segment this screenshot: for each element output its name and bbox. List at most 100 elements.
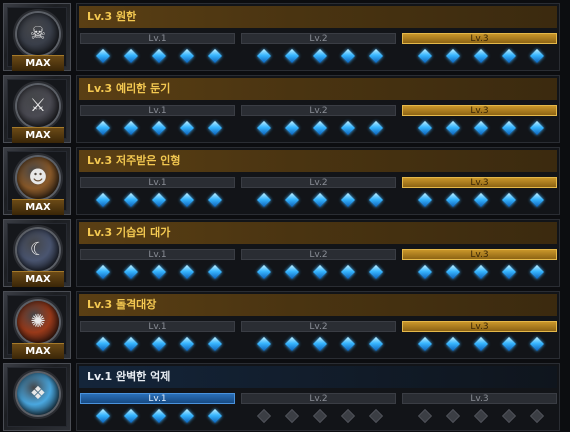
tier-3[interactable]: Lv.3 (402, 247, 557, 285)
tier-3[interactable]: Lv.3 (402, 31, 557, 69)
skill-panel: Lv.3 돌격대장 Lv.1 Lv.2 Lv.3 (76, 291, 560, 359)
skill-row[interactable]: ☾ MAX Lv.3 기습의 대가 Lv.1 Lv.2 Lv.3 (0, 218, 570, 288)
skill-orb-icon: ❖ (17, 373, 59, 415)
gem-icon (284, 48, 300, 64)
gem-icon (256, 48, 272, 64)
skill-icon-frame[interactable]: ⚔ MAX (3, 75, 71, 143)
skill-orb-icon: ☻ (17, 157, 59, 199)
gem-icon (123, 120, 139, 136)
gem-icon (445, 264, 461, 280)
skill-row[interactable]: ☻ MAX Lv.3 저주받은 인형 Lv.1 Lv.2 Lv.3 (0, 146, 570, 216)
skill-row[interactable]: ⚔ MAX Lv.3 예리한 둔기 Lv.1 Lv.2 Lv.3 (0, 74, 570, 144)
gem-icon (340, 120, 356, 136)
tier-label: Lv.2 (241, 33, 396, 44)
gem-icon (95, 336, 111, 352)
gem-icon (284, 192, 300, 208)
gem-icon (151, 120, 167, 136)
tier-label: Lv.3 (402, 321, 557, 332)
skill-panel: Lv.3 예리한 둔기 Lv.1 Lv.2 Lv.3 (76, 75, 560, 143)
gem-icon (284, 336, 300, 352)
skill-panel: Lv.3 기습의 대가 Lv.1 Lv.2 Lv.3 (76, 219, 560, 287)
tier-1[interactable]: Lv.1 (80, 391, 235, 429)
skill-row[interactable]: ✺ MAX Lv.3 돌격대장 Lv.1 Lv.2 Lv.3 (0, 290, 570, 360)
gem-icon (368, 264, 384, 280)
empty-gem-icon (529, 408, 545, 424)
tier-3[interactable]: Lv.3 (402, 103, 557, 141)
gem-icon (445, 120, 461, 136)
gem-icon (529, 48, 545, 64)
skill-list: ☠ MAX Lv.3 원한 Lv.1 Lv.2 Lv.3 ⚔ MAX Lv.3 예리한 둔기 Lv… (0, 0, 570, 432)
skill-icon-frame[interactable]: ✺ MAX (3, 291, 71, 359)
gem-icon (312, 120, 328, 136)
gem-icon (417, 264, 433, 280)
skill-icon-frame[interactable]: ❖ (3, 363, 71, 431)
tier-label: Lv.3 (402, 177, 557, 188)
tier-1[interactable]: Lv.1 (80, 247, 235, 285)
tier-2[interactable]: Lv.2 (241, 247, 396, 285)
skill-row[interactable]: ❖ Lv.1 완벽한 억제 Lv.1 Lv.2 Lv.3 (0, 362, 570, 432)
gem-icon (207, 192, 223, 208)
gem-icon (473, 192, 489, 208)
tier-2[interactable]: Lv.2 (241, 175, 396, 213)
skill-icon-frame[interactable]: ☻ MAX (3, 147, 71, 215)
tier-label: Lv.1 (80, 249, 235, 260)
tier-3[interactable]: Lv.3 (402, 175, 557, 213)
tier-1[interactable]: Lv.1 (80, 31, 235, 69)
skill-icon-frame[interactable]: ☠ MAX (3, 3, 71, 71)
tier-2[interactable]: Lv.2 (241, 31, 396, 69)
tier-label: Lv.3 (402, 105, 557, 116)
empty-gem-icon (417, 408, 433, 424)
gem-icon (529, 264, 545, 280)
gem-icon (207, 48, 223, 64)
tier-2[interactable]: Lv.2 (241, 103, 396, 141)
tier-1[interactable]: Lv.1 (80, 103, 235, 141)
gem-icon (256, 120, 272, 136)
gem-icon (529, 120, 545, 136)
skill-title-bar: Lv.3 예리한 둔기 (79, 78, 557, 100)
gem-icon (256, 192, 272, 208)
empty-gem-icon (473, 408, 489, 424)
tier-label: Lv.1 (80, 393, 235, 404)
gem-icon (256, 264, 272, 280)
skill-icon-frame[interactable]: ☾ MAX (3, 219, 71, 287)
gem-icon (179, 48, 195, 64)
tier-label: Lv.2 (241, 105, 396, 116)
gem-icon (312, 264, 328, 280)
gem-icon (151, 192, 167, 208)
tier-2[interactable]: Lv.2 (241, 319, 396, 357)
gem-icon (123, 48, 139, 64)
tier-2[interactable]: Lv.2 (241, 391, 396, 429)
gem-icon (417, 336, 433, 352)
skill-orb-icon: ☾ (17, 229, 59, 271)
gem-icon (501, 48, 517, 64)
gem-icon (312, 336, 328, 352)
gem-icon (179, 408, 195, 424)
gem-icon (445, 336, 461, 352)
gem-icon (284, 264, 300, 280)
gem-icon (207, 408, 223, 424)
gem-icon (529, 192, 545, 208)
skill-title: Lv.3 원한 (87, 10, 137, 23)
gem-icon (256, 336, 272, 352)
gem-icon (501, 192, 517, 208)
gem-icon (123, 192, 139, 208)
max-badge: MAX (12, 343, 64, 359)
skill-glyph-icon: ☠ (29, 23, 47, 44)
gem-icon (151, 408, 167, 424)
tier-label: Lv.2 (241, 321, 396, 332)
tier-label: Lv.1 (80, 321, 235, 332)
empty-gem-icon (368, 408, 384, 424)
tier-3[interactable]: Lv.3 (402, 391, 557, 429)
tier-label: Lv.2 (241, 177, 396, 188)
tier-label: Lv.2 (241, 249, 396, 260)
skill-glyph-icon: ❖ (29, 383, 47, 404)
empty-gem-icon (340, 408, 356, 424)
tier-1[interactable]: Lv.1 (80, 175, 235, 213)
skill-title: Lv.3 돌격대장 (87, 298, 157, 311)
gem-icon (179, 192, 195, 208)
skill-panel: Lv.1 완벽한 억제 Lv.1 Lv.2 Lv.3 (76, 363, 560, 431)
skill-row[interactable]: ☠ MAX Lv.3 원한 Lv.1 Lv.2 Lv.3 (0, 2, 570, 72)
tier-3[interactable]: Lv.3 (402, 319, 557, 357)
tier-1[interactable]: Lv.1 (80, 319, 235, 357)
gem-icon (284, 120, 300, 136)
